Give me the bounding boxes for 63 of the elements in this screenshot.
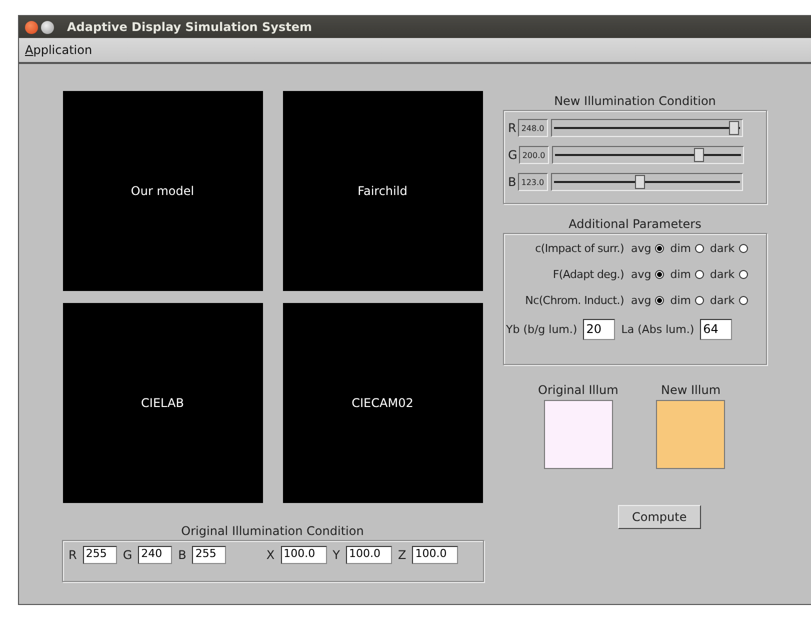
panel-label: Fairchild bbox=[358, 184, 408, 198]
slider-thumb[interactable] bbox=[694, 148, 704, 162]
field-label: Y bbox=[332, 548, 340, 562]
field-label: Z bbox=[398, 548, 406, 562]
option-label: avg bbox=[631, 294, 652, 307]
input-field[interactable]: 100.0 bbox=[280, 546, 327, 564]
panel-label: CIELAB bbox=[141, 396, 184, 410]
field-label: G bbox=[122, 548, 132, 562]
close-icon[interactable] bbox=[25, 20, 38, 34]
parameter-label: Nc(Chrom. Induct.) bbox=[524, 294, 624, 307]
slider-reading: 248.0 bbox=[518, 119, 548, 137]
field-label: X bbox=[266, 548, 275, 562]
swatch-label: Original Illum bbox=[538, 383, 618, 397]
option-label: dim bbox=[670, 294, 691, 307]
slider-reading: 200.0 bbox=[519, 146, 550, 164]
panel-label: Our model bbox=[130, 184, 194, 198]
input-field[interactable]: 20 bbox=[583, 318, 616, 340]
option-label: avg bbox=[631, 268, 652, 281]
input-field[interactable]: 255 bbox=[192, 546, 226, 564]
slider-thumb[interactable] bbox=[728, 121, 739, 135]
section-title: Additional Parameters bbox=[568, 216, 702, 233]
section-title: New Illumination Condition bbox=[553, 93, 717, 110]
option-label: avg bbox=[631, 242, 652, 255]
parameter-label: F(Adapt deg.) bbox=[552, 268, 624, 281]
slider[interactable] bbox=[552, 146, 744, 164]
radio-button[interactable] bbox=[655, 270, 664, 279]
parameter-label: c(Impact of surr.) bbox=[534, 242, 624, 255]
slider-label: B bbox=[508, 175, 516, 189]
slider[interactable] bbox=[551, 173, 744, 191]
radio-button[interactable] bbox=[738, 244, 748, 253]
radio-button[interactable] bbox=[695, 296, 704, 305]
section-title: Original Illumination Condition bbox=[181, 523, 364, 540]
compute-button[interactable]: Compute bbox=[618, 505, 701, 529]
radio-button[interactable] bbox=[655, 296, 664, 305]
input-field[interactable]: 255 bbox=[82, 546, 117, 564]
radio-button[interactable] bbox=[695, 270, 704, 279]
radio-button[interactable] bbox=[695, 244, 704, 253]
menu-item[interactable]: Application bbox=[25, 43, 92, 57]
option-label: dim bbox=[670, 268, 691, 281]
field-label: La (Abs lum.) bbox=[621, 322, 694, 336]
option-label: dim bbox=[670, 242, 691, 255]
radio-button[interactable] bbox=[738, 296, 748, 305]
option-label: dark bbox=[710, 268, 735, 281]
slider-label: G bbox=[508, 148, 518, 162]
slider[interactable] bbox=[551, 119, 744, 137]
field-label: Yb (b/g lum.) bbox=[506, 322, 578, 336]
input-field[interactable]: 100.0 bbox=[346, 546, 392, 564]
option-label: dark bbox=[710, 242, 735, 255]
field-label: R bbox=[68, 548, 77, 562]
field-label: B bbox=[178, 548, 186, 562]
input-field[interactable]: 64 bbox=[700, 318, 732, 340]
input-field[interactable]: 100.0 bbox=[412, 546, 458, 564]
slider-thumb[interactable] bbox=[635, 175, 646, 189]
radio-button[interactable] bbox=[655, 244, 664, 253]
radio-button[interactable] bbox=[738, 270, 748, 279]
slider-reading: 123.0 bbox=[518, 173, 548, 191]
window-title: Adaptive Display Simulation System bbox=[67, 20, 312, 34]
swatch-label: New Illum bbox=[661, 383, 721, 397]
panel-label: CIECAM02 bbox=[352, 396, 414, 410]
minimize-icon[interactable] bbox=[41, 20, 54, 34]
option-label: dark bbox=[710, 294, 735, 307]
slider-label: R bbox=[508, 121, 516, 135]
input-field[interactable]: 240 bbox=[138, 546, 172, 564]
